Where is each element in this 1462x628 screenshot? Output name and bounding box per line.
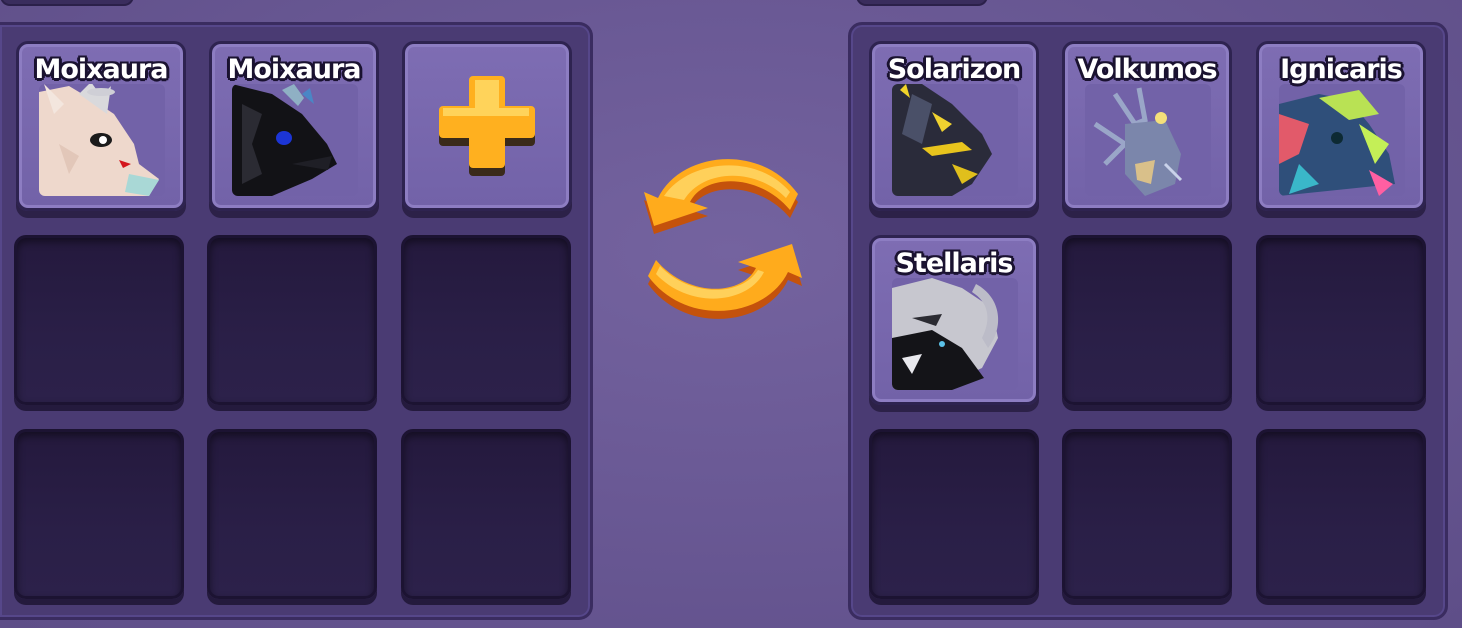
creature-slot-stellaris[interactable]: Stellaris: [869, 235, 1039, 405]
empty-slot[interactable]: [869, 429, 1039, 599]
empty-slot[interactable]: [14, 429, 184, 599]
empty-slot[interactable]: [1062, 429, 1232, 599]
plus-icon: [435, 72, 539, 180]
stellaris-portrait: [892, 278, 1018, 390]
creature-slot-solarizon[interactable]: Solarizon: [869, 41, 1039, 211]
moixaura-white-portrait: [39, 84, 165, 196]
creature-slot-volkumos[interactable]: Volkumos: [1062, 41, 1232, 211]
swap-arrows-icon: [644, 159, 802, 319]
creature-name: Moixaura: [227, 54, 361, 85]
creature-name: Moixaura: [34, 54, 168, 85]
add-creature-button[interactable]: [402, 41, 572, 211]
creature-name: Ignicaris: [1280, 54, 1403, 85]
creature-name: Stellaris: [895, 248, 1013, 279]
creature-slot-moixaura-black[interactable]: Moixaura: [209, 41, 379, 211]
volkumos-portrait: [1085, 84, 1211, 196]
empty-slot[interactable]: [401, 235, 571, 405]
moixaura-black-portrait: [232, 84, 358, 196]
creature-slot-ignicaris[interactable]: Ignicaris: [1256, 41, 1426, 211]
right-top-tab: [856, 0, 988, 6]
empty-slot[interactable]: [1062, 235, 1232, 405]
empty-slot[interactable]: [207, 235, 377, 405]
ignicaris-portrait: [1279, 84, 1405, 196]
empty-slot[interactable]: [1256, 235, 1426, 405]
empty-slot[interactable]: [401, 429, 571, 599]
creature-name: Volkumos: [1077, 54, 1217, 85]
empty-slot[interactable]: [1256, 429, 1426, 599]
solarizon-portrait: [892, 84, 1018, 196]
creature-slot-moixaura-white[interactable]: Moixaura: [16, 41, 186, 211]
empty-slot[interactable]: [207, 429, 377, 599]
left-top-tab: [0, 0, 134, 6]
creature-name: Solarizon: [887, 54, 1022, 85]
left-trade-panel: Moixaura Moixaura: [0, 22, 593, 620]
empty-slot[interactable]: [14, 235, 184, 405]
right-trade-panel: Solarizon Volkumos Ignicaris Stellaris: [848, 22, 1448, 620]
swap-button[interactable]: [640, 150, 806, 328]
